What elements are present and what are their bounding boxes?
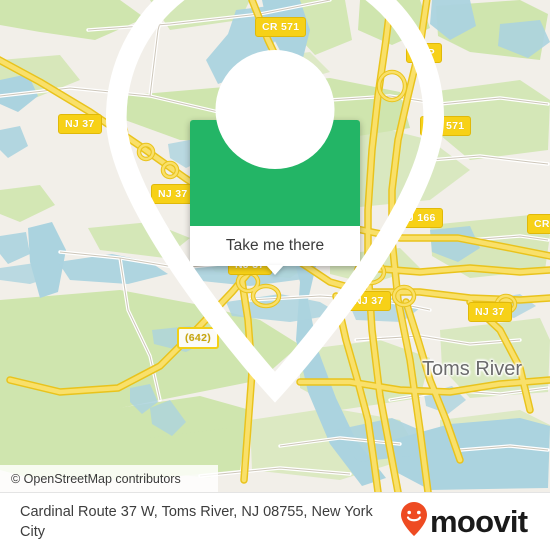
card-pointer-tail	[266, 265, 284, 275]
map-canvas[interactable]: Toms River CR 571 G5P NJ 37 CR 571 NJ 37…	[0, 0, 550, 492]
take-me-there-button[interactable]: Take me there	[190, 226, 360, 275]
footer-bar: Cardinal Route 37 W, Toms River, NJ 0875…	[0, 492, 550, 550]
moovit-smiley-pin-icon	[400, 501, 428, 542]
moovit-wordmark: moovit	[430, 504, 528, 539]
osm-attribution[interactable]: © OpenStreetMap contributors	[0, 465, 218, 492]
map-pin-icon	[0, 0, 550, 419]
osm-attribution-text: © OpenStreetMap contributors	[11, 471, 181, 486]
moovit-logo[interactable]: moovit	[400, 501, 545, 542]
info-card-header	[105, 0, 445, 403]
address-text: Cardinal Route 37 W, Toms River, NJ 0875…	[20, 503, 373, 540]
map-screenshot: Toms River CR 571 G5P NJ 37 CR 571 NJ 37…	[0, 0, 550, 550]
take-me-there-label: Take me there	[225, 237, 325, 254]
location-info-card[interactable]: Take me there	[105, 0, 445, 403]
